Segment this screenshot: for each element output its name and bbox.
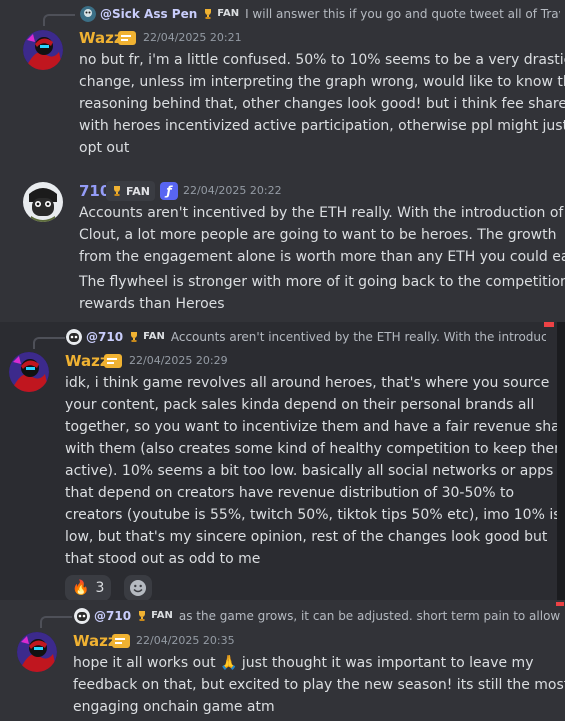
reply-preview[interactable]: @710 FAN as the game grows, it can be ad… xyxy=(74,608,564,624)
message-content: no but fr, i'm a little confused. 50% to… xyxy=(79,49,565,159)
reply-fan-label: FAN xyxy=(143,331,165,342)
reply-connector xyxy=(43,14,75,26)
timestamp: 22/04/2025 20:21 xyxy=(143,31,242,44)
role-tag-icon xyxy=(104,354,122,368)
reply-fan-badge: FAN xyxy=(136,608,173,624)
mini-avatar-icon xyxy=(74,608,90,624)
timestamp: 22/04/2025 20:22 xyxy=(183,184,282,197)
role-tag-icon xyxy=(112,634,130,648)
reply-preview[interactable]: @Sick Ass Pen FAN I will answer this if … xyxy=(80,6,560,22)
wazz-avatar-icon xyxy=(9,352,49,392)
reply-fan-label: FAN xyxy=(217,8,240,19)
author-name[interactable]: Wazz xyxy=(79,28,123,48)
reply-mention[interactable]: @710 xyxy=(86,329,123,345)
trophy-icon xyxy=(139,611,146,621)
reaction-count: 3 xyxy=(95,580,105,596)
message-line: with heroes incentivized active particip… xyxy=(79,118,565,134)
trophy-icon xyxy=(131,332,138,342)
message-line: The flywheel is stronger with more of it… xyxy=(79,274,565,290)
reply-text: I will answer this if you go and quote t… xyxy=(245,7,560,21)
reaction-fire[interactable]: 🔥 3 xyxy=(65,575,112,600)
message-line: change, unless im interpreting the graph… xyxy=(79,74,565,90)
message-line: hope it all works out 🙏 just thought it … xyxy=(73,655,534,671)
avatar-wazz[interactable] xyxy=(17,632,57,672)
message-line: from the engagement alone is worth more … xyxy=(79,249,565,265)
reply-connector xyxy=(33,337,65,349)
smiley-icon xyxy=(130,580,146,596)
role-tag-icon xyxy=(118,31,136,45)
reply-fan-badge: FAN xyxy=(202,6,239,22)
message-line: that stood out as odd to me xyxy=(65,551,261,567)
message-line: Clout, a lot more people are going to wa… xyxy=(79,227,557,243)
avatar-710[interactable] xyxy=(23,182,63,222)
message-line: Accounts aren't incentived by the ETH re… xyxy=(79,205,564,221)
guild-tag-icon: ƒ xyxy=(160,182,178,200)
reply-text: Accounts aren't incentived by the ETH re… xyxy=(170,330,546,344)
add-reaction-button[interactable] xyxy=(124,575,152,600)
timestamp: 22/04/2025 20:35 xyxy=(136,634,235,647)
reply-mention[interactable]: @Sick Ass Pen xyxy=(100,6,197,22)
trophy-icon xyxy=(114,186,120,196)
edge-marker xyxy=(544,322,554,327)
reply-fan-label: FAN xyxy=(151,610,173,621)
message-group-2: @710 FAN Accounts aren't incentived by t… xyxy=(0,322,557,600)
710-avatar-icon xyxy=(23,182,63,222)
timestamp: 22/04/2025 20:29 xyxy=(129,354,228,367)
message-line: together, so you want to incentivize the… xyxy=(65,419,557,435)
reply-preview[interactable]: @710 FAN Accounts aren't incentived by t… xyxy=(66,329,546,345)
message-line: idk, i think game revolves all around he… xyxy=(65,375,550,391)
trophy-icon xyxy=(205,9,212,19)
reply-fan-badge: FAN xyxy=(128,329,165,345)
fan-badge-label: FAN xyxy=(126,184,150,198)
message-line: with them (also creates some kind of hea… xyxy=(65,441,557,457)
mini-avatar-icon xyxy=(66,329,82,345)
message-line: low, but that's my sincere opinion, rest… xyxy=(65,529,548,545)
message-content: idk, i think game revolves all around he… xyxy=(65,372,557,570)
panel-edge xyxy=(557,322,565,600)
message-content: hope it all works out 🙏 just thought it … xyxy=(73,652,565,718)
fan-badge: FAN xyxy=(106,181,155,201)
message-line: your content, pack sales kinda depend on… xyxy=(65,397,535,413)
message-line: opt out xyxy=(79,140,130,156)
message-line: no but fr, i'm a little confused. 50% to… xyxy=(79,52,565,68)
reply-connector xyxy=(40,616,72,628)
message-content: The flywheel is stronger with more of it… xyxy=(79,271,565,315)
fire-icon: 🔥 xyxy=(72,580,90,596)
message-content: Accounts aren't incentived by the ETH re… xyxy=(79,202,565,268)
author-name[interactable]: Wazz xyxy=(65,351,109,371)
message-line: engaging onchain game atm xyxy=(73,699,275,715)
message-group-1: @Sick Ass Pen FAN I will answer this if … xyxy=(0,0,565,322)
reply-mention[interactable]: @710 xyxy=(94,608,131,624)
avatar-wazz[interactable] xyxy=(9,352,49,392)
author-name[interactable]: Wazz xyxy=(73,631,117,651)
wazz-avatar-icon xyxy=(17,632,57,672)
wazz-avatar-icon xyxy=(23,30,63,70)
message-line: feedback on that, but excited to play th… xyxy=(73,677,565,693)
message-line: rewards than Heroes xyxy=(79,296,225,312)
edge-marker xyxy=(556,602,564,606)
message-line: reasoning behind that, other changes loo… xyxy=(79,96,565,112)
message-line: creators (youtube is 55%, twitch 50%, ti… xyxy=(65,507,557,523)
reply-text: as the game grows, it can be adjusted. s… xyxy=(178,609,564,623)
message-line: active). 10% seems a bit too low. basica… xyxy=(65,463,554,479)
message-group-3: @710 FAN as the game grows, it can be ad… xyxy=(0,600,565,721)
avatar-wazz[interactable] xyxy=(23,30,63,70)
mini-avatar-icon xyxy=(80,6,96,22)
message-line: that depend on creators have revenue dis… xyxy=(65,485,515,501)
